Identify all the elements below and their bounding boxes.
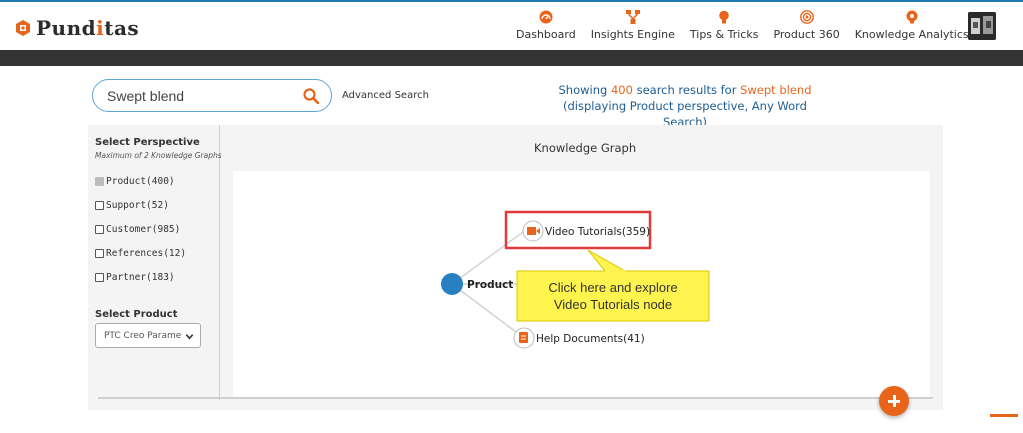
search-input[interactable] xyxy=(107,86,287,106)
callout-line-2: Video Tutorials node xyxy=(554,297,672,312)
checkbox-label: Product(400) xyxy=(106,176,175,187)
brand-logo[interactable]: Punditas xyxy=(14,16,139,40)
product-title: Select Product xyxy=(95,309,178,320)
results-line-1: Showing 400 search results for Swept ble… xyxy=(558,83,812,97)
search-box xyxy=(92,79,332,112)
nav-label: Product 360 xyxy=(773,28,840,41)
results-summary: Showing 400 search results for Swept ble… xyxy=(540,82,830,130)
gauge-icon xyxy=(539,10,553,24)
network-icon xyxy=(625,10,640,24)
avatar-image xyxy=(968,12,996,40)
main-nav: Dashboard Insights Engine Tips & Tricks xyxy=(516,10,984,41)
top-header: Punditas Dashboard Insights Engine Tips … xyxy=(0,0,1023,50)
scroll-indicator xyxy=(990,414,1018,417)
logo-icon xyxy=(16,20,30,36)
graph-edge xyxy=(451,283,525,339)
perspective-option-references[interactable]: References(12) xyxy=(95,248,186,259)
graph-node-label: Video Tutorials(359) xyxy=(545,226,650,238)
search-icon[interactable] xyxy=(303,88,319,104)
nav-knowledge-analytics[interactable]: Knowledge Analytics xyxy=(855,10,969,41)
brand-name: Punditas xyxy=(36,16,140,40)
main-panel: Select Perspective Maximum of 2 Knowledg… xyxy=(88,125,943,410)
perspective-option-partner[interactable]: Partner(183) xyxy=(95,272,175,283)
checkbox[interactable] xyxy=(95,177,104,186)
header-divider-bar xyxy=(0,50,1023,66)
brain-icon xyxy=(906,10,918,24)
chevron-down-icon xyxy=(185,334,194,340)
root-node-label: Product xyxy=(467,279,513,291)
nav-dashboard[interactable]: Dashboard xyxy=(516,10,576,41)
tooltip-callout: Click here and explore Video Tutorials n… xyxy=(516,249,710,322)
advanced-search-link[interactable]: Advanced Search xyxy=(342,90,429,101)
graph-edge xyxy=(451,231,524,285)
perspective-subtitle: Maximum of 2 Knowledge Graphs xyxy=(95,151,222,160)
filter-sidebar: Select Perspective Maximum of 2 Knowledg… xyxy=(88,125,222,400)
knowledge-graph-canvas: Product Video Tutorials(359) Help Docume… xyxy=(233,171,930,398)
add-button[interactable] xyxy=(879,386,909,416)
nav-product-360[interactable]: Product 360 xyxy=(773,10,840,41)
target-icon xyxy=(799,10,814,24)
checkbox-label: Customer(985) xyxy=(106,224,181,235)
root-node[interactable] xyxy=(441,273,463,295)
checkbox[interactable] xyxy=(95,201,104,210)
perspective-option-customer[interactable]: Customer(985) xyxy=(95,224,180,235)
product-select[interactable]: PTC Creo Parame xyxy=(95,323,201,348)
callout-line-1: Click here and explore xyxy=(548,280,677,295)
nav-label: Insights Engine xyxy=(590,28,675,41)
checkbox[interactable] xyxy=(95,249,104,258)
checkbox[interactable] xyxy=(95,273,104,282)
video-camera-icon xyxy=(527,227,536,235)
checkbox-label: Support(52) xyxy=(106,200,169,211)
knowledge-graph-svg: Product Video Tutorials(359) Help Docume… xyxy=(441,210,710,349)
page: Punditas Dashboard Insights Engine Tips … xyxy=(0,0,1023,433)
document-icon xyxy=(519,332,528,343)
graph-node-video-tutorials[interactable]: Video Tutorials(359) xyxy=(522,220,650,242)
graph-node-label: Help Documents(41) xyxy=(536,333,645,345)
panel-bottom-divider xyxy=(98,397,933,399)
perspective-title: Select Perspective xyxy=(95,137,200,148)
checkbox-label: References(12) xyxy=(106,248,187,259)
nav-label: Dashboard xyxy=(516,28,576,41)
product-selected-value: PTC Creo Parame xyxy=(104,331,182,341)
nav-label: Tips & Tricks xyxy=(689,28,759,41)
user-avatar[interactable] xyxy=(968,12,996,40)
graph-node-help-documents[interactable]: Help Documents(41) xyxy=(513,327,645,349)
knowledge-graph-title: Knowledge Graph xyxy=(534,141,637,155)
lightbulb-icon xyxy=(719,10,729,24)
nav-label: Knowledge Analytics xyxy=(854,28,969,41)
checkbox[interactable] xyxy=(95,225,104,234)
perspective-option-support[interactable]: Support(52) xyxy=(95,200,169,211)
perspective-option-product[interactable]: Product(400) xyxy=(95,176,175,187)
nav-tips-tricks[interactable]: Tips & Tricks xyxy=(689,10,759,41)
nav-insights-engine[interactable]: Insights Engine xyxy=(591,10,675,41)
checkbox-label: Partner(183) xyxy=(106,272,175,283)
